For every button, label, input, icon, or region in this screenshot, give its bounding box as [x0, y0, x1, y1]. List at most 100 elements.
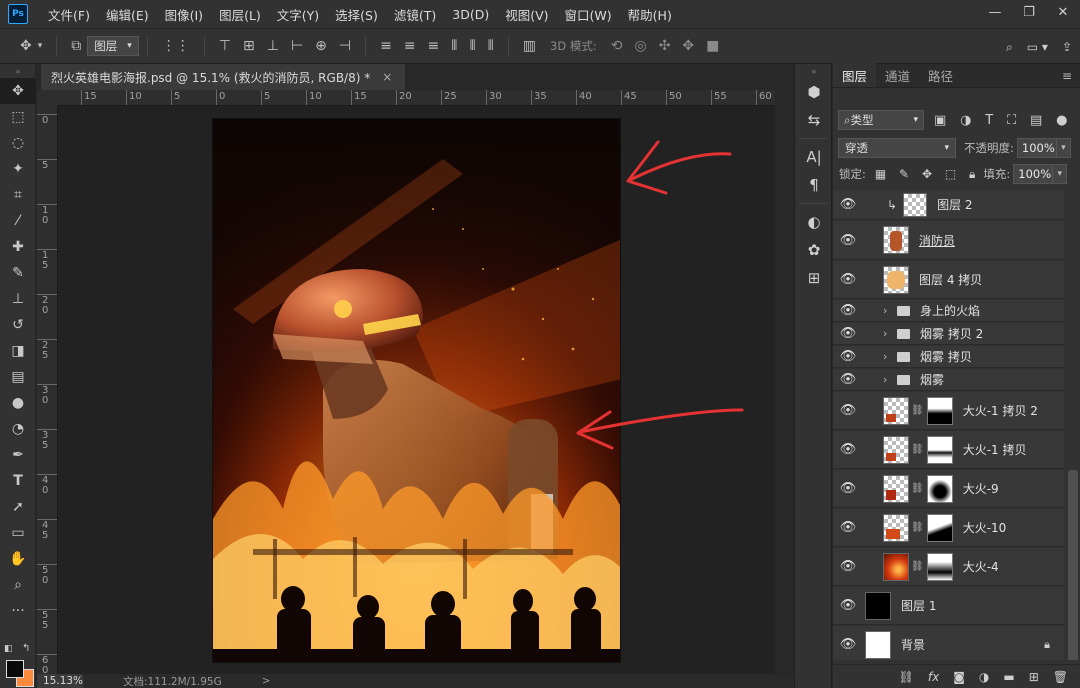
healing-brush-tool-icon[interactable]: ✚ [0, 234, 36, 260]
path-selection-tool-icon[interactable]: ➚ [0, 494, 36, 520]
status-menu-arrow[interactable]: > [262, 675, 271, 687]
collapse-arrows-icon[interactable]: « [795, 64, 833, 78]
tab-layers[interactable]: 图层 [833, 63, 877, 87]
layer-row[interactable]: 👁︎ 背景 🔒︎ [833, 626, 1064, 660]
blur-tool-icon[interactable]: ● [0, 390, 36, 416]
layer-row[interactable]: 👁︎ ⛓︎ 大火-10 [833, 509, 1064, 547]
link-icon[interactable]: ⛓︎ [911, 561, 924, 572]
layer-row[interactable]: 👁︎ 图层 1 [833, 587, 1064, 625]
layer-row[interactable]: 👁︎ ⛓︎ 大火-1 拷贝 2 [833, 392, 1064, 430]
eye-icon[interactable]: 👁︎ [833, 372, 863, 387]
layer-mask-thumbnail[interactable] [926, 474, 953, 503]
link-icon[interactable]: ⛓︎ [911, 444, 924, 455]
3d-panel-icon[interactable]: ⬢ [795, 78, 833, 106]
layer-mask-thumbnail[interactable] [926, 552, 953, 581]
menu-filter[interactable]: 滤镜(T) [386, 5, 444, 24]
menu-help[interactable]: 帮助(H) [620, 5, 680, 24]
transform-controls-icon[interactable]: ⋮⋮ [162, 38, 190, 54]
close-icon[interactable]: × [382, 70, 392, 84]
align-vcenter-icon[interactable]: ⊞ [243, 38, 255, 54]
swap-colors-icon[interactable]: ↰ [22, 643, 30, 654]
lock-pixels-icon[interactable]: ✎ [899, 167, 909, 181]
filter-type-icon[interactable]: T [985, 113, 993, 128]
roll-3d-icon[interactable]: ◎ [634, 38, 646, 54]
search-icon[interactable]: ⌕ [1006, 40, 1013, 55]
foreground-color-swatch[interactable] [6, 660, 24, 678]
eraser-tool-icon[interactable]: ◨ [0, 338, 36, 364]
filter-adjustment-icon[interactable]: ◑ [960, 113, 971, 128]
auto-align-icon[interactable]: ▥ [523, 38, 536, 54]
layer-group-row[interactable]: 👁︎ › 烟雾 拷贝 [833, 346, 1064, 368]
expand-arrow-icon[interactable]: › [883, 373, 893, 386]
slide-3d-icon[interactable]: ✥ [682, 38, 694, 54]
vertical-ruler[interactable]: 0 5 1 0 1 5 2 0 2 5 3 0 3 5 4 0 4 5 5 0 5 5 6 0 [37, 106, 58, 674]
eye-icon[interactable]: 👁︎ [833, 637, 863, 652]
menu-file[interactable]: 文件(F) [40, 5, 98, 24]
collapse-arrows-icon[interactable]: » [0, 64, 36, 78]
eyedropper-tool-icon[interactable]: ⁄ [0, 208, 36, 234]
link-icon[interactable]: ⛓︎ [911, 483, 924, 494]
layer-group-row[interactable]: 👁︎ › 烟雾 [833, 369, 1064, 391]
type-tool-icon[interactable]: T [0, 468, 36, 494]
eye-icon[interactable]: 👁︎ [833, 442, 863, 457]
lock-artboard-icon[interactable]: ⬚ [945, 167, 956, 181]
expand-arrow-icon[interactable]: › [883, 350, 893, 363]
document-tab[interactable]: 烈火英雄电影海报.psd @ 15.1% (救火的消防员, RGB/8) * × [41, 64, 405, 90]
menu-layer[interactable]: 图层(L) [211, 5, 269, 24]
minimize-icon[interactable]: — [978, 0, 1012, 24]
horizontal-ruler[interactable]: 15 10 5 0 5 10 15 20 25 30 35 40 45 50 55 60 [58, 90, 775, 106]
dodge-tool-icon[interactable]: ◔ [0, 416, 36, 442]
poster-artwork[interactable] [212, 118, 621, 663]
layer-mask-thumbnail[interactable] [926, 435, 953, 464]
menu-view[interactable]: 视图(V) [497, 5, 556, 24]
workspace-icon[interactable]: ▭ ▾ [1027, 40, 1048, 54]
distribute-hcenter-icon[interactable]: ⦀ [469, 38, 475, 54]
layer-row[interactable]: 👁︎ ⛓︎ 大火-4 [833, 548, 1064, 586]
menu-image[interactable]: 图像(I) [157, 5, 211, 24]
blend-mode-dropdown[interactable]: 穿透 ▾ [838, 138, 956, 158]
eye-icon[interactable]: 👁︎ [833, 559, 863, 574]
layer-style-fx-icon[interactable]: fx [928, 670, 939, 684]
brush-tool-icon[interactable]: ✎ [0, 260, 36, 286]
move-tool-icon[interactable]: ✥ [0, 78, 36, 104]
distribute-bottom-icon[interactable]: ≡ [428, 38, 440, 54]
layer-row[interactable]: 👁︎ 消防员 [833, 221, 1064, 260]
menu-select[interactable]: 选择(S) [327, 5, 386, 24]
color-swatches[interactable]: ◧ ↰ [4, 643, 34, 687]
align-left-icon[interactable]: ⊢ [291, 38, 303, 54]
crop-tool-icon[interactable]: ⌗ [0, 182, 36, 208]
restore-icon[interactable]: ❐ [1012, 0, 1046, 24]
align-hcenter-icon[interactable]: ⊕ [315, 38, 327, 54]
expand-arrow-icon[interactable]: › [883, 327, 893, 340]
close-window-icon[interactable]: ✕ [1046, 0, 1080, 24]
adjustments-panel-icon[interactable]: ◐ [795, 208, 833, 236]
zoom-level-field[interactable]: 15.13% [37, 674, 83, 688]
character-panel-icon[interactable]: A| [795, 143, 833, 171]
tab-paths[interactable]: 路径 [919, 63, 962, 87]
auto-select-icon[interactable]: ⧉ [71, 38, 81, 54]
distribute-right-icon[interactable]: ⦀ [488, 38, 494, 54]
pan-3d-icon[interactable]: ✣ [659, 38, 671, 54]
zoom-tool-icon[interactable]: ⌕ [0, 572, 36, 598]
new-group-icon[interactable]: ▬ [1003, 670, 1014, 684]
add-mask-icon[interactable]: ◙ [953, 670, 965, 684]
link-layers-icon[interactable]: ⛓︎ [899, 670, 914, 684]
eye-icon[interactable]: 👁︎ [833, 197, 863, 212]
distribute-vcenter-icon[interactable]: ≡ [404, 38, 416, 54]
opacity-dropdown-icon[interactable]: ▾ [1056, 138, 1071, 158]
layer-group-row[interactable]: 👁︎ › 身上的火焰 [833, 300, 1064, 322]
paragraph-panel-icon[interactable]: ¶ [795, 171, 833, 199]
eye-icon[interactable]: 👁︎ [833, 598, 863, 613]
align-bottom-icon[interactable]: ⊥ [267, 38, 279, 54]
eye-icon[interactable]: 👁︎ [833, 481, 863, 496]
auto-select-target-dropdown[interactable]: 图层 ▾ [87, 36, 139, 56]
expand-arrow-icon[interactable]: › [883, 304, 893, 317]
layer-row[interactable]: 👁︎ 图层 4 拷贝 [833, 261, 1064, 299]
menu-3d[interactable]: 3D(D) [444, 7, 497, 22]
align-top-icon[interactable]: ⊤ [219, 38, 231, 54]
clone-stamp-tool-icon[interactable]: ⊥ [0, 286, 36, 312]
tab-channels[interactable]: 通道 [876, 63, 919, 87]
magic-wand-tool-icon[interactable]: ✦ [0, 156, 36, 182]
lock-all-icon[interactable]: 🔒︎ [969, 167, 975, 181]
share-icon[interactable]: ⇪ [1062, 40, 1072, 54]
